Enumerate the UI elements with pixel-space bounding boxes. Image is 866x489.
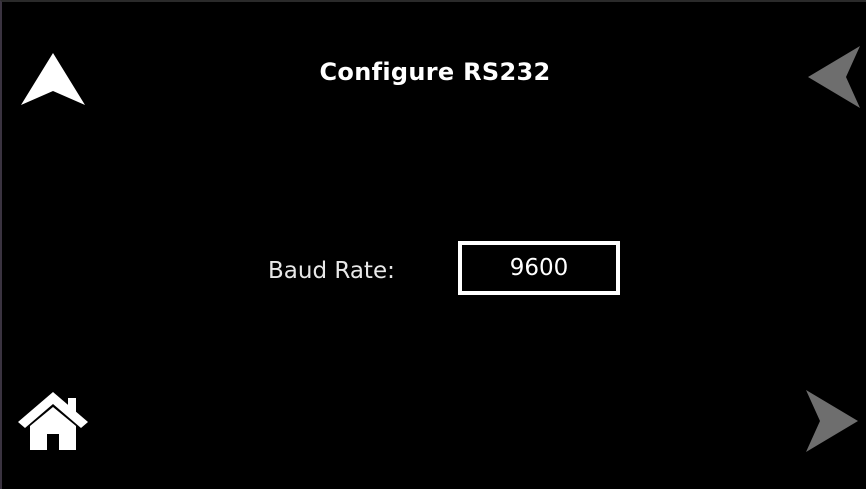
right-arrow-icon [806,390,858,452]
baud-rate-value: 9600 [509,255,569,281]
home-button[interactable] [18,388,88,458]
page-title: Configure RS232 [319,58,551,86]
baud-rate-label: Baud Rate: [268,258,395,284]
home-icon [18,392,88,450]
left-arrow-icon [808,46,860,108]
baud-rate-field[interactable]: 9600 [458,241,620,295]
up-arrow-icon [21,53,85,105]
screen: Configure RS232 Baud Rate: 9600 [0,0,866,489]
back-button[interactable] [800,46,866,116]
up-button[interactable] [18,47,88,117]
next-button[interactable] [800,386,866,456]
